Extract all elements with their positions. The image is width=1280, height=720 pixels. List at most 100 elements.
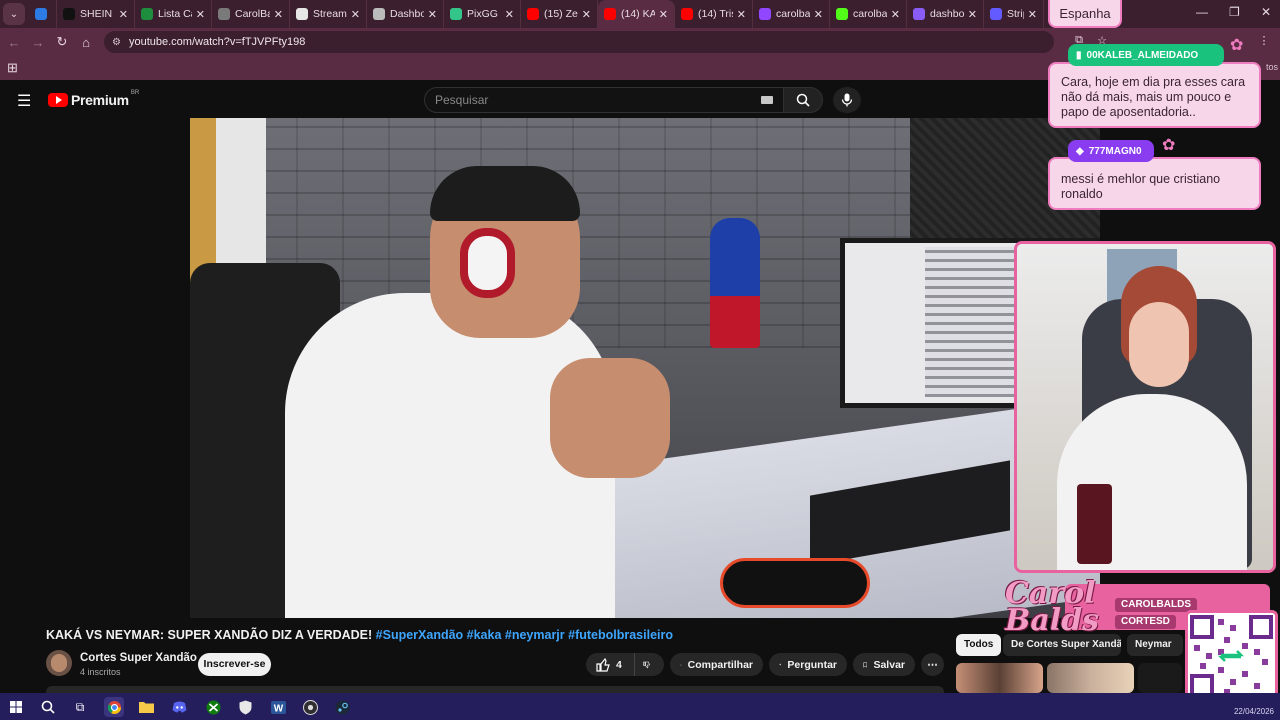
apps-grid-icon[interactable]: ⊞ [7, 60, 18, 76]
chip-all[interactable]: Todos [956, 634, 1002, 656]
forward-icon[interactable]: → [26, 35, 50, 50]
chat-username: 00KALEB_ALMEIDADO [1086, 49, 1199, 61]
location-pill: Espanha [1048, 0, 1122, 28]
related-video-thumbnail[interactable] [956, 663, 1043, 693]
url-text: youtube.com/watch?v=fTJVPFty198 [128, 36, 306, 48]
close-tab-icon[interactable]: ✕ [659, 8, 668, 21]
kick-icon [836, 8, 848, 20]
browser-tab[interactable]: Lista Ca ✕ [135, 0, 212, 28]
browser-tab[interactable]: dashbo ✕ [907, 0, 984, 28]
browser-tab[interactable]: (14) Tris ✕ [675, 0, 753, 28]
channel-name[interactable]: Cortes Super Xandão [80, 652, 197, 664]
security-icon[interactable] [235, 697, 255, 717]
browser-tab[interactable]: (14) KA ✕ [598, 0, 675, 28]
webcam-streamer-face [1129, 302, 1189, 387]
channel-avatar[interactable] [46, 650, 72, 676]
voice-search-button[interactable] [833, 87, 861, 113]
tab-title: Stripe E [1007, 8, 1024, 20]
chip-channel[interactable]: De Cortes Super Xandão [1003, 634, 1121, 656]
youtube-icon [604, 8, 616, 20]
share-button[interactable]: Compartilhar [670, 653, 763, 676]
save-button[interactable]: Salvar [853, 653, 915, 676]
word-icon[interactable]: W [268, 697, 288, 717]
back-icon[interactable]: ← [2, 35, 26, 50]
globe-icon [373, 8, 385, 20]
search-input[interactable]: Pesquisar [424, 87, 784, 113]
chat-message-text: messi é mehlor que cristiano ronaldo [1061, 172, 1221, 201]
site-info-icon[interactable]: ⚙ [112, 37, 121, 48]
close-tab-icon[interactable]: ✕ [119, 8, 128, 21]
browser-tab[interactable] [29, 0, 57, 28]
discord-icon[interactable] [169, 697, 189, 717]
search-button[interactable] [783, 87, 823, 113]
task-view-icon[interactable]: ⧉ [70, 697, 90, 717]
taskbar-date: 22/04/2026 [1233, 707, 1274, 716]
windows-icon[interactable] [6, 697, 26, 717]
chat-badge-icon: ◆ [1076, 145, 1084, 157]
url-field[interactable]: ⚙ youtube.com/watch?v=fTJVPFty198 [104, 31, 1054, 53]
chat-username-badge: ◆ 777MAGN0 [1068, 140, 1154, 162]
close-window-button[interactable]: ✕ [1261, 5, 1271, 19]
browser-tab[interactable]: Stripe E ✕ [984, 0, 1044, 28]
browser-tab[interactable]: Dashbo ✕ [367, 0, 444, 28]
like-button[interactable]: 4 [586, 653, 634, 676]
close-tab-icon[interactable]: ✕ [582, 8, 591, 21]
related-video-thumbnail[interactable] [1138, 663, 1182, 693]
close-tab-icon[interactable]: ✕ [968, 8, 977, 21]
close-tab-icon[interactable]: ✕ [196, 8, 205, 21]
minimize-button[interactable]: — [1196, 5, 1208, 19]
close-tab-icon[interactable]: ✕ [891, 8, 900, 21]
xbox-icon[interactable] [203, 697, 223, 717]
save-label: Salvar [873, 658, 905, 671]
tab-title: PixGG [467, 8, 498, 20]
close-tab-icon[interactable]: ✕ [505, 8, 514, 21]
ask-button[interactable]: Perguntar [769, 653, 847, 676]
dislike-button[interactable] [634, 653, 664, 676]
close-tab-icon[interactable]: ✕ [1028, 8, 1037, 21]
chip-neymar[interactable]: Neymar [1127, 634, 1183, 656]
browser-tab[interactable]: CarolBal ✕ [212, 0, 290, 28]
home-icon[interactable]: ⌂ [74, 35, 98, 50]
tab-title: (14) KA [621, 8, 655, 20]
tab-title: Dashbo [390, 8, 424, 20]
video-person-hair [430, 166, 580, 221]
bookmarks-overflow-label[interactable]: tos [1266, 62, 1278, 72]
obs-icon[interactable] [300, 697, 320, 717]
browser-tab[interactable]: SHEIN C ✕ [57, 0, 135, 28]
flower-decoration-icon: ✿ [1162, 137, 1176, 154]
browser-tab[interactable]: PixGG ✕ [444, 0, 521, 28]
browser-tab[interactable]: (15) Zeu ✕ [521, 0, 598, 28]
youtube-premium-logo[interactable]: Premium BR [48, 90, 139, 108]
browser-tab[interactable]: carolbal ✕ [830, 0, 907, 28]
svg-text:W: W [273, 703, 283, 714]
close-tab-icon[interactable]: ✕ [351, 8, 360, 21]
browser-tab[interactable]: carolbal ✕ [753, 0, 830, 28]
maximize-button[interactable]: ❐ [1229, 5, 1240, 19]
video-player[interactable] [190, 118, 1100, 618]
close-tab-icon[interactable]: ✕ [737, 8, 746, 21]
shein-icon [63, 8, 75, 20]
subscribe-button[interactable]: Inscrever-se [198, 653, 271, 676]
hamburger-menu-icon[interactable]: ☰ [17, 91, 31, 111]
browser-menu-icon[interactable]: ⋮ [1252, 34, 1276, 47]
related-video-thumbnail[interactable] [1047, 663, 1134, 693]
search-icon[interactable] [38, 697, 58, 717]
chat-message: Cara, hoje em dia pra esses cara não dá … [1048, 62, 1261, 128]
close-tab-icon[interactable]: ✕ [428, 8, 437, 21]
video-hashtags[interactable]: #SuperXandão #kaka #neymarjr #futebolbra… [376, 628, 673, 642]
browser-tab[interactable]: StreamE ✕ [290, 0, 367, 28]
keyboard-icon[interactable] [761, 96, 773, 104]
close-tab-icon[interactable]: ✕ [814, 8, 823, 21]
chrome-icon[interactable] [104, 697, 124, 717]
tab-search-chevron-icon[interactable]: ⌄ [3, 3, 25, 25]
streamlabs-icon [913, 8, 925, 20]
reload-icon[interactable]: ↻ [50, 34, 74, 50]
search-placeholder: Pesquisar [435, 93, 489, 107]
more-actions-button[interactable]: ⋯ [921, 653, 944, 676]
webcam-cup [1077, 484, 1112, 564]
steam-icon[interactable] [332, 697, 352, 717]
file-explorer-icon[interactable] [136, 697, 156, 717]
thumbs-up-icon [596, 657, 610, 672]
sheets-icon [141, 8, 153, 20]
close-tab-icon[interactable]: ✕ [274, 8, 283, 21]
